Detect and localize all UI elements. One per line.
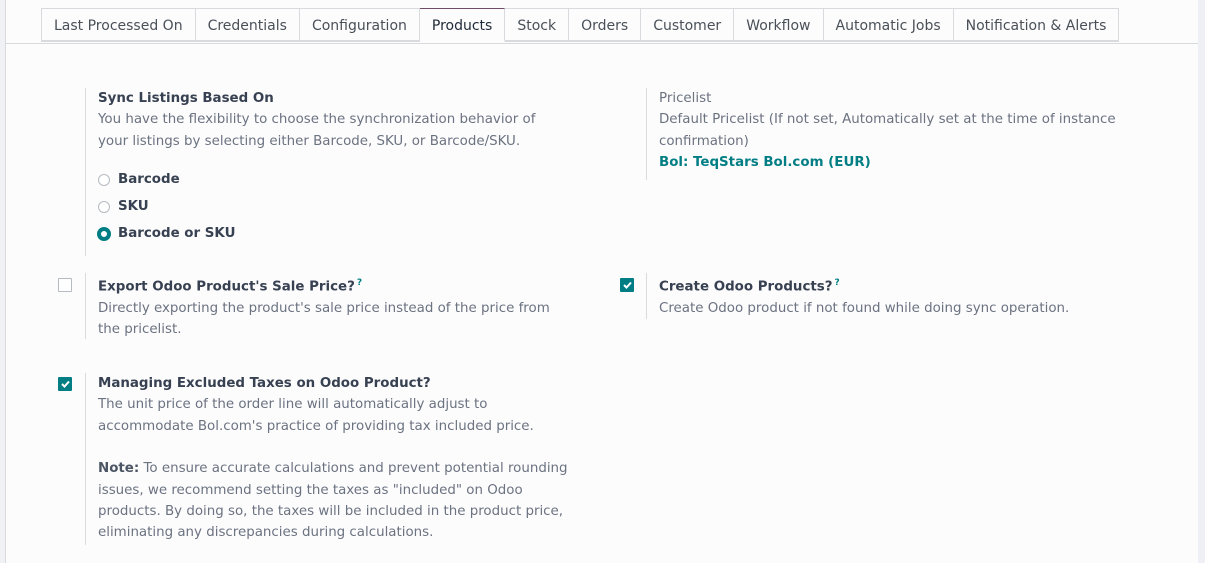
setting-divider bbox=[85, 88, 86, 256]
setting-divider bbox=[85, 373, 86, 545]
note-text: To ensure accurate calculations and prev… bbox=[98, 461, 568, 541]
excluded-taxes-note: Note: To ensure accurate calculations an… bbox=[98, 458, 585, 544]
create-products-label: Create Odoo Products? bbox=[659, 279, 833, 295]
notebook-tabs: Last Processed On Credentials Configurat… bbox=[6, 8, 1198, 44]
tab-last-processed-on[interactable]: Last Processed On bbox=[41, 8, 196, 42]
excluded-taxes-label: Managing Excluded Taxes on Odoo Product? bbox=[98, 376, 431, 391]
form-sheet: Last Processed On Credentials Configurat… bbox=[5, 0, 1199, 563]
tab-products[interactable]: Products bbox=[419, 8, 506, 42]
excluded-taxes-description: The unit price of the order line will au… bbox=[98, 397, 534, 434]
export-sale-price-setting: Export Odoo Product's Sale Price?? Direc… bbox=[85, 273, 565, 339]
tab-orders[interactable]: Orders bbox=[569, 8, 642, 42]
radio-button-icon[interactable] bbox=[98, 200, 110, 213]
sync-listings-description: You have the flexibility to choose the s… bbox=[98, 112, 536, 149]
radio-label: Barcode or SKU bbox=[118, 226, 236, 242]
tab-customer[interactable]: Customer bbox=[641, 8, 735, 42]
radio-option-sku[interactable]: SKU bbox=[98, 193, 565, 220]
note-label: Note: bbox=[98, 461, 140, 477]
pricelist-setting: Pricelist Default Pricelist (If not set,… bbox=[646, 88, 1116, 180]
export-sale-price-label: Export Odoo Product's Sale Price? bbox=[98, 279, 355, 295]
excluded-taxes-checkbox[interactable] bbox=[58, 377, 72, 391]
create-products-description: Create Odoo product if not found while d… bbox=[659, 300, 1070, 316]
tab-stock[interactable]: Stock bbox=[505, 8, 570, 42]
sync-listings-setting: Sync Listings Based On You have the flex… bbox=[85, 88, 565, 256]
checkmark-icon bbox=[61, 380, 70, 388]
help-tooltip-icon[interactable]: ? bbox=[357, 278, 362, 288]
tab-notification-alerts[interactable]: Notification & Alerts bbox=[953, 8, 1120, 42]
radio-button-icon[interactable] bbox=[98, 173, 110, 186]
excluded-taxes-setting: Managing Excluded Taxes on Odoo Product?… bbox=[85, 373, 585, 545]
export-sale-price-description: Directly exporting the product's sale pr… bbox=[98, 300, 550, 338]
setting-divider bbox=[85, 273, 86, 339]
setting-divider bbox=[646, 273, 647, 319]
pricelist-value-link[interactable]: Bol: TeqStars Bol.com (EUR) bbox=[659, 152, 1116, 173]
tab-credentials[interactable]: Credentials bbox=[195, 8, 300, 42]
help-tooltip-icon[interactable]: ? bbox=[835, 278, 840, 288]
checkmark-icon bbox=[623, 281, 632, 289]
setting-divider bbox=[646, 88, 647, 180]
tab-automatic-jobs[interactable]: Automatic Jobs bbox=[823, 8, 954, 42]
tab-configuration[interactable]: Configuration bbox=[299, 8, 420, 42]
radio-label: Barcode bbox=[118, 172, 180, 188]
radio-label: SKU bbox=[118, 199, 149, 215]
pricelist-description: Default Pricelist (If not set, Automatic… bbox=[659, 112, 1116, 149]
pricelist-label: Pricelist bbox=[659, 91, 712, 106]
sync-listings-label: Sync Listings Based On bbox=[98, 91, 274, 106]
export-sale-price-checkbox[interactable] bbox=[58, 278, 72, 292]
page-edge bbox=[1198, 0, 1205, 563]
radio-button-checked-icon[interactable] bbox=[97, 226, 111, 241]
create-products-setting: Create Odoo Products?? Create Odoo produ… bbox=[646, 273, 1116, 319]
radio-option-barcode-or-sku[interactable]: Barcode or SKU bbox=[97, 220, 565, 247]
radio-option-barcode[interactable]: Barcode bbox=[98, 166, 565, 193]
create-products-checkbox[interactable] bbox=[620, 278, 634, 292]
tab-workflow[interactable]: Workflow bbox=[734, 8, 824, 42]
